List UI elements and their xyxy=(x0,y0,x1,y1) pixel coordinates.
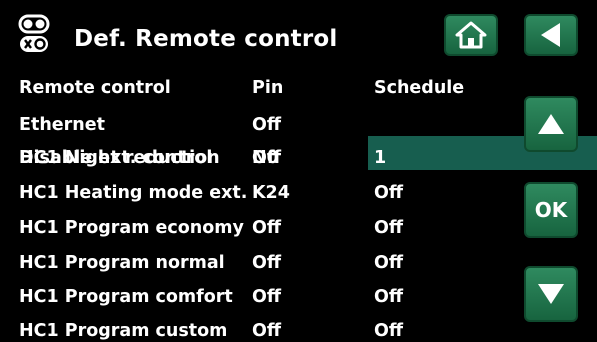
row-schedule[interactable]: Off xyxy=(374,182,403,204)
row-name-overlap: HC1 Night reduction xyxy=(19,148,220,168)
arrow-down-icon xyxy=(538,284,564,304)
column-header-remote-control: Remote control xyxy=(19,78,171,98)
row-schedule[interactable]: Off xyxy=(374,252,403,274)
row-pin: K24 xyxy=(252,183,290,203)
ok-button[interactable]: OK xyxy=(524,182,578,238)
column-header-schedule: Schedule xyxy=(374,78,465,98)
back-arrow-icon xyxy=(541,23,560,47)
row-name[interactable]: HC1 Program custom xyxy=(19,320,227,342)
overlapping-row[interactable]: Disable ext. control HC1 Night reduction xyxy=(19,147,249,169)
toggle-switch-icon xyxy=(18,14,64,54)
scroll-down-button[interactable] xyxy=(524,266,578,322)
row-pin: Off xyxy=(252,115,282,135)
row-name[interactable]: HC1 Program comfort xyxy=(19,286,233,308)
arrow-up-icon xyxy=(538,114,564,134)
page-title: Def. Remote control xyxy=(74,26,338,52)
row-pin: Off xyxy=(252,321,282,341)
row-name[interactable]: HC1 Program economy xyxy=(19,217,244,239)
row-pin: Off xyxy=(252,287,282,307)
row-pin: Off xyxy=(252,218,282,238)
scroll-up-button[interactable] xyxy=(524,96,578,152)
row-name[interactable]: Ethernet xyxy=(19,114,105,136)
home-button[interactable] xyxy=(444,14,498,56)
row-pin-overlap: Off xyxy=(252,148,282,168)
row-schedule[interactable]: Off xyxy=(374,286,403,308)
column-header-pin: Pin xyxy=(252,78,284,98)
row-schedule[interactable]: Off xyxy=(374,217,403,239)
back-button[interactable] xyxy=(524,14,578,56)
row-schedule[interactable]: 1 xyxy=(374,147,386,169)
row-name[interactable]: HC1 Heating mode ext. xyxy=(19,182,247,204)
row-name[interactable]: HC1 Program normal xyxy=(19,252,225,274)
row-pin: Off xyxy=(252,253,282,273)
home-icon xyxy=(455,21,487,49)
row-schedule[interactable]: Off xyxy=(374,320,403,342)
